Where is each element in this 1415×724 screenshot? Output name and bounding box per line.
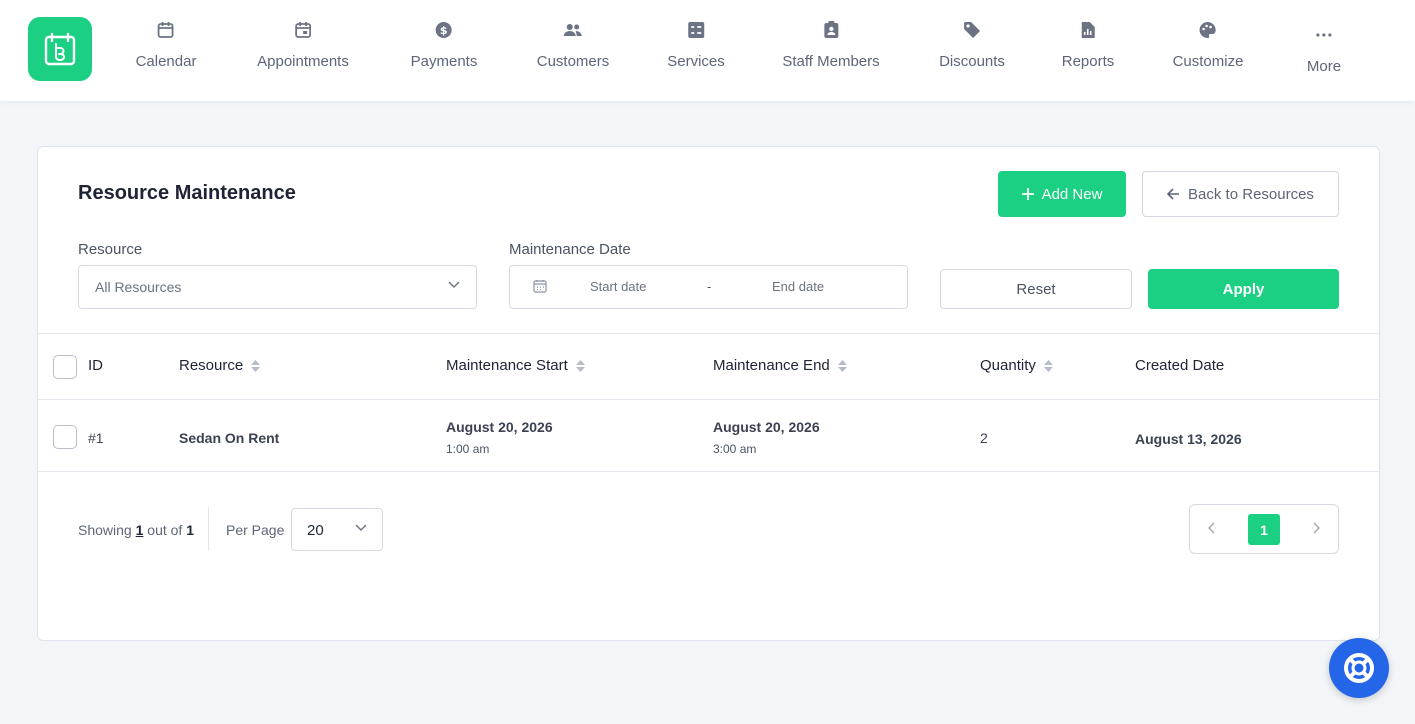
back-label: Back to Resources: [1188, 185, 1314, 203]
row-end-date: August 20, 2026: [713, 419, 820, 435]
showing-middle: out of: [147, 522, 183, 538]
row-quantity: 2: [980, 430, 988, 446]
nav-label: More: [1306, 58, 1342, 75]
calendar-event-icon: [293, 20, 313, 40]
sort-icon[interactable]: [1043, 359, 1053, 372]
column-header-label: Maintenance End: [713, 357, 830, 374]
column-header-label: ID: [88, 357, 103, 374]
showing-current: 1: [135, 522, 144, 538]
add-new-label: Add New: [1041, 185, 1103, 203]
back-to-resources-button[interactable]: Back to Resources: [1142, 171, 1339, 217]
nav-reports[interactable]: Reports: [1061, 20, 1115, 70]
showing-total: 1: [186, 522, 194, 538]
sort-icon[interactable]: [837, 359, 847, 372]
tag-icon: [962, 20, 982, 40]
row-checkbox[interactable]: [53, 425, 77, 449]
column-header-label: Resource: [179, 357, 244, 374]
per-page-label: Per Page: [226, 522, 285, 538]
calendar-logo-icon: [44, 32, 76, 66]
row-end-time: 3:00 am: [713, 442, 757, 456]
sort-icon[interactable]: [575, 359, 585, 372]
row-created-date: August 13, 2026: [1135, 431, 1242, 447]
chevron-down-icon: [448, 281, 460, 288]
plus-icon: [1021, 188, 1034, 200]
column-header-label: Quantity: [980, 357, 1036, 374]
showing-prefix: Showing: [78, 522, 132, 538]
date-range-picker[interactable]: Start date - End date: [509, 265, 908, 309]
resource-select-value: All Resources: [95, 279, 182, 295]
staff-badge-icon: [821, 20, 841, 40]
nav-label: Appointments: [257, 53, 349, 70]
date-separator: -: [707, 279, 712, 294]
page-button-current[interactable]: 1: [1248, 514, 1280, 545]
end-date-input[interactable]: End date: [772, 279, 824, 294]
nav-appointments[interactable]: Appointments: [257, 20, 349, 70]
nav-payments[interactable]: $ Payments: [410, 20, 478, 70]
column-header-created-date: Created Date: [1135, 357, 1224, 374]
column-header-quantity[interactable]: Quantity: [980, 357, 1053, 374]
services-list-icon: [686, 20, 706, 40]
column-header-resource[interactable]: Resource: [179, 357, 261, 374]
nav-label: Staff Members: [782, 53, 880, 70]
divider: [38, 471, 1379, 472]
nav-staff-members[interactable]: Staff Members: [782, 20, 880, 70]
top-navigation: Calendar Appointments $ Payments Custome…: [0, 0, 1415, 101]
page-title: Resource Maintenance: [78, 182, 296, 204]
divider: [38, 333, 1379, 334]
nav-label: Payments: [410, 53, 478, 70]
dollar-icon: $: [434, 20, 454, 40]
row-resource: Sedan On Rent: [179, 430, 280, 446]
nav-label: Discounts: [939, 53, 1005, 70]
select-all-checkbox[interactable]: [53, 355, 77, 379]
palette-icon: [1198, 20, 1218, 40]
nav-label: Calendar: [135, 53, 197, 70]
nav-customers[interactable]: Customers: [536, 20, 610, 70]
app-logo[interactable]: [28, 17, 92, 81]
lifebuoy-icon: [1344, 653, 1374, 683]
nav-discounts[interactable]: Discounts: [939, 20, 1005, 70]
arrow-left-icon: [1167, 188, 1180, 200]
column-header-id: ID: [88, 357, 103, 374]
row-start-date: August 20, 2026: [446, 419, 553, 435]
reset-button[interactable]: Reset: [940, 269, 1132, 309]
divider: [208, 507, 209, 551]
column-header-maintenance-start[interactable]: Maintenance Start: [446, 357, 585, 374]
apply-button[interactable]: Apply: [1148, 269, 1339, 309]
column-header-maintenance-end[interactable]: Maintenance End: [713, 357, 847, 374]
resource-select[interactable]: All Resources: [78, 265, 477, 309]
nav-customize[interactable]: Customize: [1172, 20, 1244, 70]
chevron-right-icon: [1313, 522, 1320, 534]
nav-calendar[interactable]: Calendar: [135, 20, 197, 70]
more-dots-icon: [1314, 25, 1334, 45]
chevron-left-icon: [1208, 522, 1215, 534]
help-button[interactable]: [1329, 638, 1389, 698]
users-icon: [563, 20, 583, 40]
row-start-time: 1:00 am: [446, 442, 490, 456]
nav-services[interactable]: Services: [667, 20, 725, 70]
calendar-icon: [156, 20, 176, 40]
report-icon: [1078, 20, 1098, 40]
nav-label: Customize: [1172, 53, 1244, 70]
resource-maintenance-card: Resource Maintenance Add New Back to Res…: [37, 146, 1380, 641]
row-id: #1: [88, 430, 104, 446]
per-page-value: 20: [307, 522, 324, 539]
add-new-button[interactable]: Add New: [998, 171, 1126, 217]
chevron-down-icon: [355, 524, 367, 531]
divider: [38, 399, 1379, 400]
maintenance-date-label: Maintenance Date: [509, 241, 631, 258]
nav-more[interactable]: More: [1307, 20, 1341, 75]
start-date-input[interactable]: Start date: [590, 279, 646, 294]
calendar-icon: [533, 280, 547, 293]
sort-icon[interactable]: [251, 359, 261, 372]
showing-count: Showing 1 out of 1: [78, 522, 194, 538]
column-header-label: Maintenance Start: [446, 357, 568, 374]
resource-filter-label: Resource: [78, 241, 143, 258]
nav-label: Reports: [1061, 53, 1115, 70]
column-header-label: Created Date: [1135, 357, 1225, 374]
svg-text:$: $: [440, 24, 448, 37]
per-page-select[interactable]: 20: [291, 508, 383, 551]
nav-label: Services: [667, 53, 725, 70]
nav-label: Customers: [536, 53, 610, 70]
pagination: 1: [1189, 504, 1339, 554]
